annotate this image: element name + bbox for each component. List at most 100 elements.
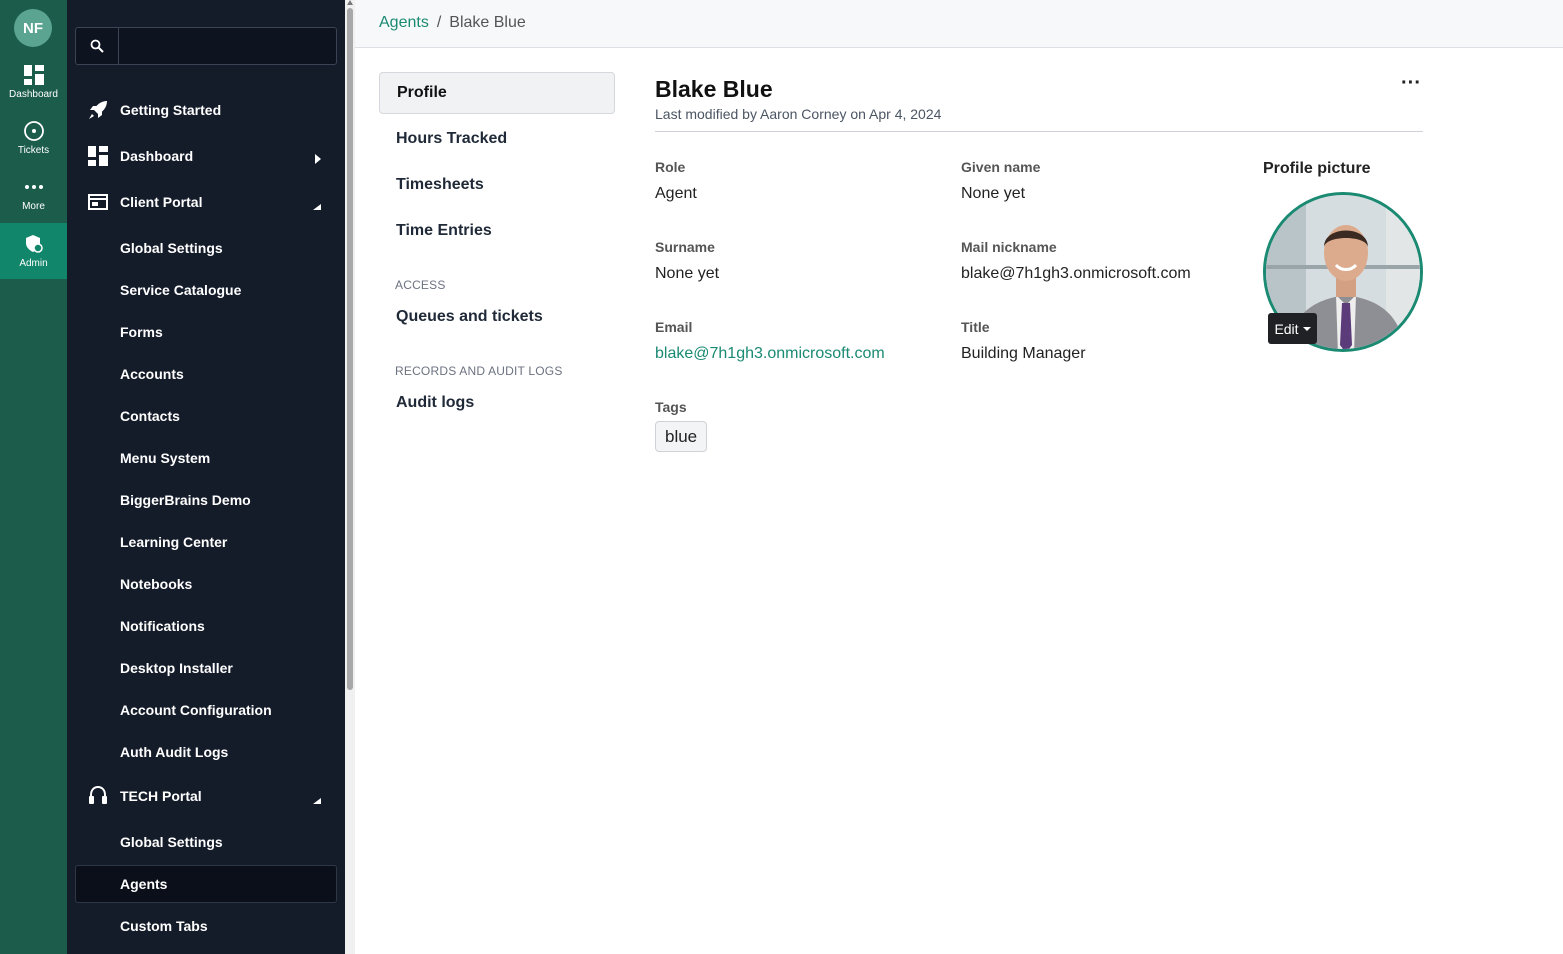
admin-shield-icon bbox=[23, 233, 45, 255]
nav-subitem-custom-tabs[interactable]: Custom Tabs bbox=[75, 907, 337, 945]
rail-label: More bbox=[22, 201, 45, 212]
nav-item-label: Getting Started bbox=[120, 102, 222, 118]
nav-subitem-notebooks[interactable]: Notebooks bbox=[75, 565, 337, 603]
surname-label: Surname bbox=[655, 239, 715, 255]
scrollbar-thumb[interactable] bbox=[347, 8, 353, 690]
tag-chip[interactable]: blue bbox=[655, 421, 708, 452]
chevron-up-icon bbox=[313, 197, 321, 213]
breadcrumb-current: Blake Blue bbox=[449, 14, 526, 31]
rail-label: Admin bbox=[19, 258, 48, 269]
nav-item-label: Menu System bbox=[120, 450, 211, 466]
nav-subitem-agents[interactable]: Agents bbox=[75, 865, 337, 903]
edit-picture-button[interactable]: Edit bbox=[1268, 313, 1317, 344]
nav-item-label: Service Catalogue bbox=[120, 282, 242, 298]
headset-icon bbox=[75, 785, 120, 807]
dashboard-grid-icon bbox=[23, 64, 45, 86]
nav-subitem-desktop-installer[interactable]: Desktop Installer bbox=[75, 649, 337, 687]
nav-item-label: Notifications bbox=[120, 618, 205, 634]
page-header: Agents / Blake Blue bbox=[355, 0, 1563, 48]
dashboard-icon bbox=[75, 146, 120, 166]
rail-item-tickets[interactable]: Tickets bbox=[0, 116, 67, 172]
nav-item-label: Contacts bbox=[120, 408, 180, 424]
nav-item-label: BiggerBrains Demo bbox=[120, 492, 251, 508]
submenu-label: Timesheets bbox=[396, 176, 484, 193]
nav-subitem-learning-center[interactable]: Learning Center bbox=[75, 523, 337, 561]
nav-item-label: Agents bbox=[120, 876, 168, 892]
nav-item-label: TECH Portal bbox=[120, 788, 202, 804]
nav-subitem-global-settings[interactable]: Global Settings bbox=[75, 229, 337, 267]
nav-subitem-accounts[interactable]: Accounts bbox=[75, 355, 337, 393]
rocket-icon bbox=[75, 99, 120, 121]
role-label: Role bbox=[655, 159, 686, 175]
breadcrumb: Agents / Blake Blue bbox=[379, 14, 526, 32]
nav-scrollbar[interactable] bbox=[345, 0, 355, 954]
email-label: Email bbox=[655, 319, 693, 335]
title-label: Title bbox=[961, 319, 990, 335]
breadcrumb-separator: / bbox=[436, 14, 442, 31]
nav-subitem-menu-system[interactable]: Menu System bbox=[75, 439, 337, 477]
nav-item-label: Notebooks bbox=[120, 576, 193, 592]
rail-label: Dashboard bbox=[9, 89, 58, 100]
submenu-hours-tracked[interactable]: Hours Tracked bbox=[379, 118, 615, 160]
search-icon[interactable] bbox=[76, 28, 119, 64]
nav-item-tech-portal[interactable]: TECH Portal bbox=[75, 777, 337, 815]
nav-subitem-tech-global-settings[interactable]: Global Settings bbox=[75, 823, 337, 861]
submenu-label: Hours Tracked bbox=[396, 130, 508, 147]
header-divider bbox=[655, 131, 1423, 132]
nav-subitem-service-catalogue[interactable]: Service Catalogue bbox=[75, 271, 337, 309]
mail-nickname-label: Mail nickname bbox=[961, 239, 1057, 255]
chevron-up-icon bbox=[313, 791, 321, 807]
mail-nickname-value: blake@7h1gh3.onmicrosoft.com bbox=[961, 265, 1191, 282]
nav-item-client-portal[interactable]: Client Portal bbox=[75, 183, 337, 221]
breadcrumb-agents-link[interactable]: Agents bbox=[379, 14, 429, 32]
last-modified-text: Last modified by Aaron Corney on Apr 4, … bbox=[655, 106, 942, 122]
nav-item-label: Learning Center bbox=[120, 534, 228, 550]
more-dots-icon bbox=[23, 176, 45, 198]
rail-label: Tickets bbox=[17, 145, 50, 156]
nav-subitem-notifications[interactable]: Notifications bbox=[75, 607, 337, 645]
search-input[interactable] bbox=[119, 28, 336, 64]
tags-label: Tags bbox=[655, 399, 687, 415]
submenu-label: Audit logs bbox=[396, 394, 475, 411]
scroll-up-arrow-icon[interactable] bbox=[347, 0, 353, 5]
submenu-profile[interactable]: Profile bbox=[379, 72, 615, 114]
submenu-queues-and-tickets[interactable]: Queues and tickets bbox=[379, 296, 615, 338]
email-link[interactable]: blake@7h1gh3.onmicrosoft.com bbox=[655, 345, 885, 363]
admin-nav-panel: Getting Started Dashboard Client Portal … bbox=[67, 0, 345, 954]
surname-value: None yet bbox=[655, 265, 720, 282]
more-actions-button[interactable]: ··· bbox=[1399, 73, 1423, 98]
submenu-time-entries[interactable]: Time Entries bbox=[379, 210, 615, 252]
nav-search bbox=[75, 27, 337, 65]
nav-subitem-auth-audit-logs[interactable]: Auth Audit Logs bbox=[75, 733, 337, 771]
nav-item-getting-started[interactable]: Getting Started bbox=[75, 91, 337, 129]
nav-item-label: Forms bbox=[120, 324, 163, 340]
given-name-value: None yet bbox=[961, 185, 1026, 202]
nav-subitem-forms[interactable]: Forms bbox=[75, 313, 337, 351]
chevron-right-icon bbox=[315, 151, 321, 167]
role-value: Agent bbox=[655, 185, 697, 202]
submenu-timesheets[interactable]: Timesheets bbox=[379, 164, 615, 206]
nav-item-label: Auth Audit Logs bbox=[120, 744, 229, 760]
section-label-records: RECORDS AND AUDIT LOGS bbox=[395, 364, 563, 378]
page-title: Blake Blue bbox=[655, 76, 773, 102]
rail-item-more[interactable]: More bbox=[0, 172, 67, 228]
browser-window-icon bbox=[75, 194, 120, 210]
given-name-label: Given name bbox=[961, 159, 1041, 175]
nav-subitem-contacts[interactable]: Contacts bbox=[75, 397, 337, 435]
nav-subitem-biggerbrains-demo[interactable]: BiggerBrains Demo bbox=[75, 481, 337, 519]
caret-down-icon bbox=[1302, 326, 1311, 331]
submenu-audit-logs[interactable]: Audit logs bbox=[379, 382, 615, 424]
profile-picture-label: Profile picture bbox=[1263, 160, 1371, 177]
rail-item-dashboard[interactable]: Dashboard bbox=[0, 60, 67, 116]
section-label-access: ACCESS bbox=[395, 278, 446, 292]
nav-item-label: Dashboard bbox=[120, 148, 194, 164]
app-rail: NF Dashboard Tickets More Admin bbox=[0, 0, 67, 954]
user-avatar[interactable]: NF bbox=[14, 9, 52, 47]
submenu-label: Profile bbox=[397, 84, 447, 101]
rail-item-admin[interactable]: Admin bbox=[0, 223, 67, 279]
title-value: Building Manager bbox=[961, 345, 1086, 362]
nav-subitem-account-configuration[interactable]: Account Configuration bbox=[75, 691, 337, 729]
nav-item-dashboard[interactable]: Dashboard bbox=[75, 137, 337, 175]
submenu-label: Queues and tickets bbox=[396, 308, 543, 325]
ticket-circle-icon bbox=[23, 120, 45, 142]
